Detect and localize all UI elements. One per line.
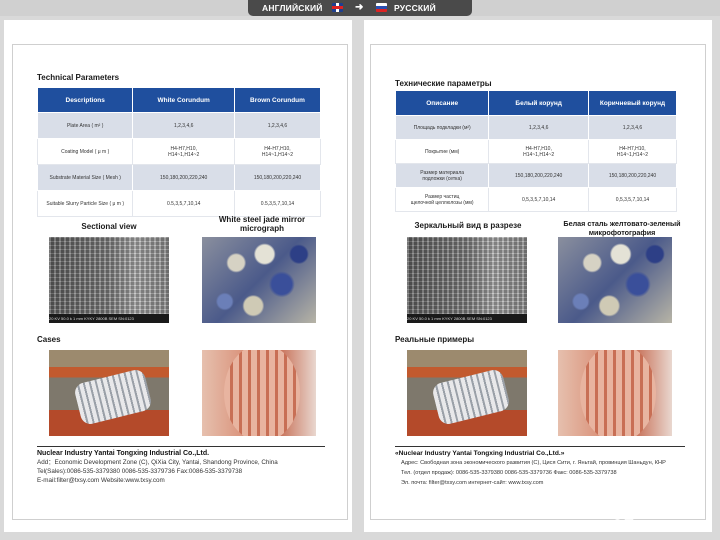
company-name: Nuclear Industry Yantai Tongxing Industr… <box>37 450 210 457</box>
language-bar: АНГЛИЙСКИЙ ➜ РУССКИЙ <box>248 0 472 16</box>
uk-flag-icon <box>332 3 343 12</box>
table-row: Площадь подкладки (м²) 1,2,3,4,6 1,2,3,4… <box>394 115 678 140</box>
case-photo-filter <box>407 350 527 436</box>
right-panel: Технические параметры Описание Белый кор… <box>370 44 706 520</box>
left-panel: Technical Parameters Descriptions White … <box>12 44 348 520</box>
table-header: Brown Corundum <box>233 87 322 113</box>
table-cell: 0.5,3,5,7,10,14 <box>132 190 235 217</box>
table-header: Описание <box>394 90 490 116</box>
table-cell: Plate Area ( m² ) <box>36 112 134 139</box>
table-header: Белый корунд <box>488 90 589 116</box>
table-cell: 0,5,3,5,7,10,14 <box>587 187 678 212</box>
sectional-view-caption: Sectional view <box>81 222 137 231</box>
table-cell: H4-H7,H10, H14~1,H14~2 <box>233 138 322 165</box>
table-row: Suitable Slurry Particle Size ( μ m ) 0.… <box>36 190 322 217</box>
case-photo-disc <box>558 350 672 436</box>
table-header: Descriptions <box>36 87 134 113</box>
table-cell: 1,2,3,4,6 <box>233 112 322 139</box>
sectional-view-image: 20 KV 50.0 k 1 mm KYKY 2800B SEM SN:0123 <box>49 237 169 323</box>
table-cell: Suitable Slurry Particle Size ( μ m ) <box>36 190 134 217</box>
email-line: E-mail:filter@txsy.com Website:www.txsy.… <box>37 477 165 484</box>
address-line: Add：Economic Development Zone (C), QiXia… <box>37 459 278 466</box>
table-row: Покрытие (мм) H4-H7,H10, H14~1,H14~2 H4-… <box>394 139 678 164</box>
table-cell: 150,180,200,220,240 <box>587 163 678 188</box>
table-cell: H4-H7,H10, H14~1,H14~2 <box>488 139 589 164</box>
sem-info-bar: 20 KV 50.0 k 1 mm KYKY 2800B SEM SN:0123 <box>407 314 527 323</box>
avito-watermark: Avito <box>612 498 712 526</box>
table-cell: Площадь подкладки (м²) <box>394 115 490 140</box>
sectional-view-image: 20 KV 50.0 k 1 mm KYKY 2800B SEM SN:0123 <box>407 237 527 323</box>
table-cell: 1,2,3,4,6 <box>488 115 589 140</box>
company-name: «Nuclear Industry Yantai Tongxing Indust… <box>395 450 565 457</box>
left-language-label: АНГЛИЙСКИЙ <box>262 3 323 13</box>
table-cell: H4-H7,H10, H14~1,H14~2 <box>587 139 678 164</box>
table-row: Coating Model ( μ m ) H4-H7,H10, H14~1,H… <box>36 138 322 165</box>
table-row: Substrate Material Size ( Mesh ) 150,180… <box>36 164 322 191</box>
table-cell: 0.5,3,5,7,10,14 <box>233 190 322 217</box>
table-header: White Corundum <box>132 87 235 113</box>
table-row: Размер частиц щелочной целлюлозы (мм) 0,… <box>394 187 678 212</box>
phone-line: Tel(Sales):0086-535-3379380 0086-535-337… <box>37 468 243 475</box>
table-cell: H4-H7,H10, H14~1,H14~2 <box>132 138 235 165</box>
table-header: Коричневый корунд <box>587 90 678 116</box>
left-page: Technical Parameters Descriptions White … <box>4 20 352 532</box>
parameters-table: Descriptions White Corundum Brown Corund… <box>36 87 322 217</box>
table-cell: Coating Model ( μ m ) <box>36 138 134 165</box>
sem-info-bar: 20 KV 50.0 k 1 mm KYKY 2800B SEM SN:0123 <box>49 314 169 323</box>
divider <box>37 446 325 447</box>
avito-logo-icon <box>612 500 636 524</box>
micrograph-image <box>202 237 316 323</box>
cases-heading: Cases <box>37 335 61 344</box>
table-cell: 1,2,3,4,6 <box>132 112 235 139</box>
case-photo-filter <box>49 350 169 436</box>
table-cell: Покрытие (мм) <box>394 139 490 164</box>
cases-heading: Реальные примеры <box>395 335 475 344</box>
avito-wordmark: Avito <box>638 498 695 523</box>
right-language-label: РУССКИЙ <box>394 3 436 13</box>
micrograph-caption: Белая сталь желтовато-зеленый микрофотог… <box>563 219 681 237</box>
phone-line: Тел. (отдел продаж): 0086-535-3379380 00… <box>401 470 617 476</box>
technical-parameters-heading: Technical Parameters <box>37 73 120 82</box>
table-cell: 150,180,200,220,240 <box>233 164 322 191</box>
russia-flag-icon <box>376 3 387 12</box>
table-cell: 0,5,3,5,7,10,14 <box>488 187 589 212</box>
table-row: Plate Area ( m² ) 1,2,3,4,6 1,2,3,4,6 <box>36 112 322 139</box>
micrograph-image <box>558 237 672 323</box>
sectional-view-caption: Зеркальный вид в разрезе <box>414 221 522 230</box>
case-photo-disc <box>202 350 316 436</box>
table-cell: Размер материала подложки (сетка) <box>394 163 490 188</box>
arrow-right-icon: ➜ <box>355 2 364 13</box>
parameters-table: Описание Белый корунд Коричневый корунд … <box>394 90 678 212</box>
table-row: Размер материала подложки (сетка) 150,18… <box>394 163 678 188</box>
table-cell: 150,180,200,220,240 <box>488 163 589 188</box>
divider <box>395 446 685 447</box>
technical-parameters-heading: Технические параметры <box>395 79 492 88</box>
email-line: Эл. почта: filter@txsy.com интернет-сайт… <box>401 480 544 486</box>
micrograph-caption: White steel jade mirror micrograph <box>218 215 306 233</box>
address-line: Адрес: Свободная зона экономического раз… <box>401 460 666 466</box>
right-page: Технические параметры Описание Белый кор… <box>364 20 712 532</box>
table-cell: Размер частиц щелочной целлюлозы (мм) <box>394 187 490 212</box>
table-cell: 1,2,3,4,6 <box>587 115 678 140</box>
table-cell: 150,180,200,220,240 <box>132 164 235 191</box>
table-cell: Substrate Material Size ( Mesh ) <box>36 164 134 191</box>
